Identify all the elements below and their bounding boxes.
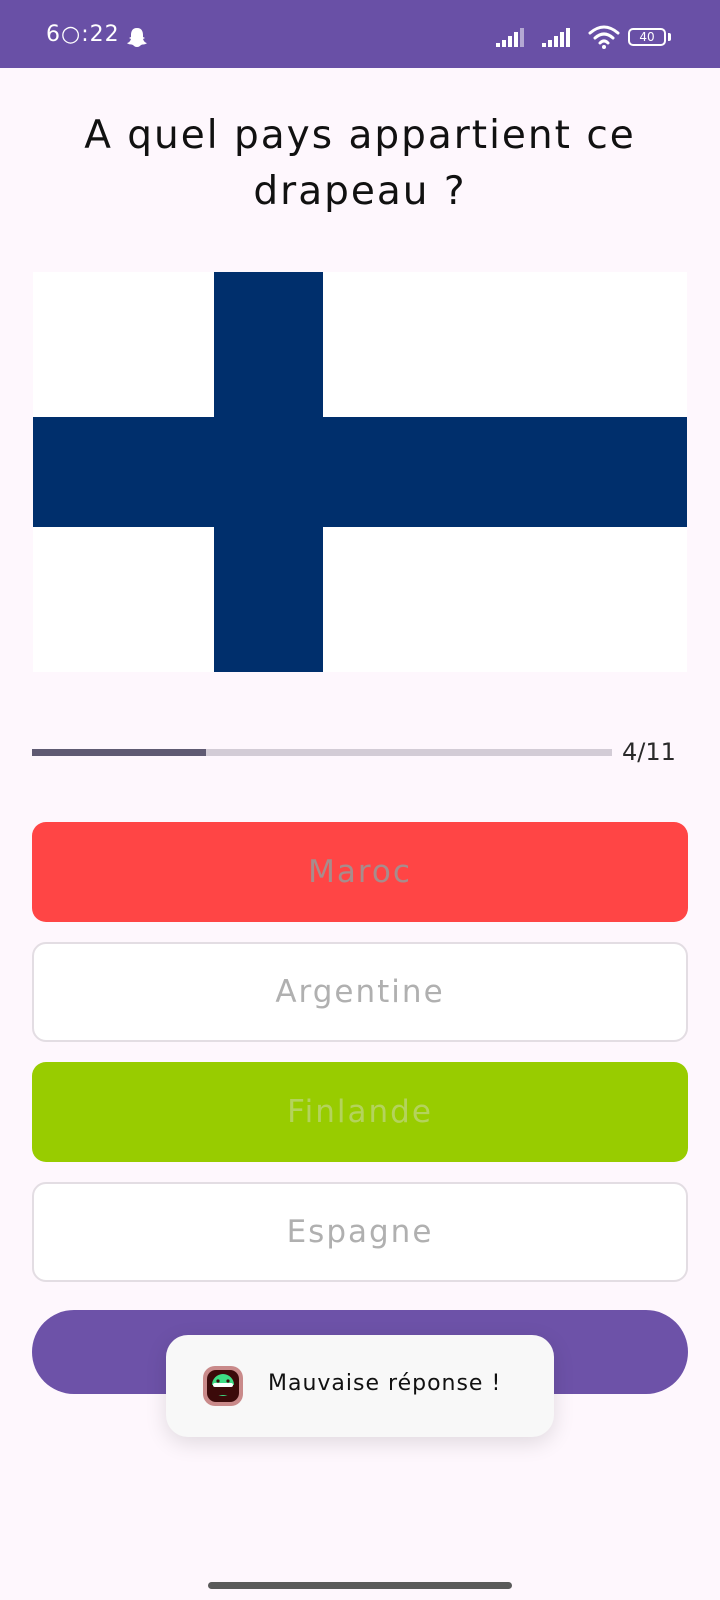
progress-fill	[32, 749, 206, 756]
home-indicator[interactable]	[208, 1582, 512, 1589]
answer-button-argentine[interactable]: Argentine	[32, 942, 688, 1042]
status-time: 6○:22	[46, 22, 120, 47]
status-bar: 6○:22 40	[0, 0, 720, 68]
toast-message: Mauvaise réponse !	[268, 1371, 502, 1396]
toast: Mauvaise réponse !	[166, 1335, 554, 1437]
question-title: A quel pays appartient ce drapeau ?	[84, 113, 636, 214]
snapchat-ghost-icon	[127, 28, 147, 47]
answer-button-maroc[interactable]: Maroc	[32, 822, 688, 922]
app-icon	[203, 1366, 243, 1406]
answer-button-finlande[interactable]: Finlande	[32, 1062, 688, 1162]
progress-bar	[32, 749, 612, 756]
flag-finland-icon	[33, 272, 687, 672]
wifi-icon	[588, 25, 620, 49]
battery-nub	[668, 33, 671, 41]
signal-strength-icon	[542, 28, 570, 47]
flag-cross-horizontal	[33, 417, 687, 527]
answer-button-espagne[interactable]: Espagne	[32, 1182, 688, 1282]
battery-icon: 40	[628, 28, 666, 46]
signal-strength-icon	[496, 28, 524, 47]
progress-label: 4/11	[622, 738, 676, 766]
